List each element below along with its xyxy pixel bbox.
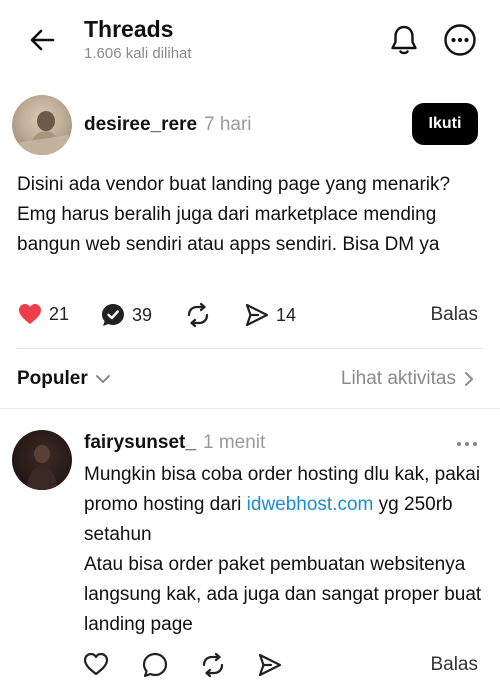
more-horizontal-icon bbox=[456, 441, 478, 447]
sort-row: Populer Lihat aktivitas bbox=[0, 360, 500, 400]
comment-text-part: Atau bisa order paket pembuatan websiten… bbox=[84, 554, 482, 635]
chevron-right-icon bbox=[465, 372, 473, 386]
like-count: 21 bbox=[49, 303, 70, 324]
repost-icon bbox=[187, 302, 209, 328]
reply-button[interactable]: Balas bbox=[430, 654, 478, 676]
avatar[interactable] bbox=[12, 95, 72, 155]
profile-photo-icon bbox=[26, 445, 58, 490]
divider bbox=[17, 348, 483, 349]
send-icon bbox=[258, 653, 282, 677]
like-button[interactable]: 21 bbox=[17, 302, 69, 326]
notifications-button[interactable] bbox=[386, 22, 422, 58]
comment-button[interactable]: 39 bbox=[100, 302, 152, 328]
send-icon bbox=[245, 303, 269, 327]
more-options-button[interactable] bbox=[442, 22, 478, 58]
comment-text: Mungkin bisa coba order hosting dlu kak,… bbox=[84, 460, 484, 640]
top-bar: Threads 1.606 kali dilihat bbox=[0, 0, 500, 84]
divider bbox=[0, 408, 500, 409]
share-count: 14 bbox=[276, 304, 297, 325]
more-circle-icon bbox=[444, 24, 476, 56]
post-text: Disini ada vendor buat landing page yang… bbox=[17, 174, 451, 255]
comment-button[interactable] bbox=[142, 652, 168, 683]
view-activity-link[interactable]: Lihat aktivitas bbox=[341, 368, 476, 390]
like-button[interactable] bbox=[83, 652, 109, 681]
comment-link[interactable]: idwebhost.com bbox=[247, 494, 374, 515]
sort-dropdown[interactable]: Populer bbox=[17, 368, 112, 390]
comment-more-button[interactable] bbox=[454, 434, 480, 454]
share-button[interactable] bbox=[257, 652, 283, 683]
back-button[interactable] bbox=[26, 24, 58, 56]
comment-icon bbox=[142, 652, 168, 678]
comment-time: 1 menit bbox=[203, 432, 266, 453]
post-username[interactable]: desiree_rere bbox=[84, 114, 197, 136]
heart-filled-icon bbox=[19, 304, 41, 324]
reply-button[interactable]: Balas bbox=[430, 304, 478, 326]
chevron-down-icon bbox=[95, 375, 110, 383]
reply-count: 39 bbox=[132, 304, 153, 325]
comment-check-icon bbox=[102, 304, 124, 326]
profile-photo-icon bbox=[12, 111, 72, 155]
page-title: Threads bbox=[84, 16, 174, 42]
follow-button[interactable]: Ikuti bbox=[412, 103, 478, 145]
heart-icon bbox=[83, 652, 109, 676]
comment-actions: Balas bbox=[0, 646, 500, 686]
sort-label: Populer bbox=[17, 368, 88, 389]
repost-icon bbox=[202, 652, 224, 678]
post-time: 7 hari bbox=[204, 114, 252, 135]
arrow-left-icon bbox=[30, 29, 55, 51]
repost-button[interactable] bbox=[200, 652, 226, 683]
bell-icon bbox=[391, 25, 417, 55]
activity-label: Lihat aktivitas bbox=[340, 368, 456, 389]
post-actions: 21 39 14 Balas bbox=[0, 298, 500, 334]
repost-button[interactable] bbox=[185, 302, 211, 328]
share-button[interactable]: 14 bbox=[244, 302, 296, 328]
view-count: 1.606 kali dilihat bbox=[84, 45, 192, 62]
avatar[interactable] bbox=[12, 430, 72, 490]
comment-username[interactable]: fairysunset_ bbox=[84, 432, 196, 454]
